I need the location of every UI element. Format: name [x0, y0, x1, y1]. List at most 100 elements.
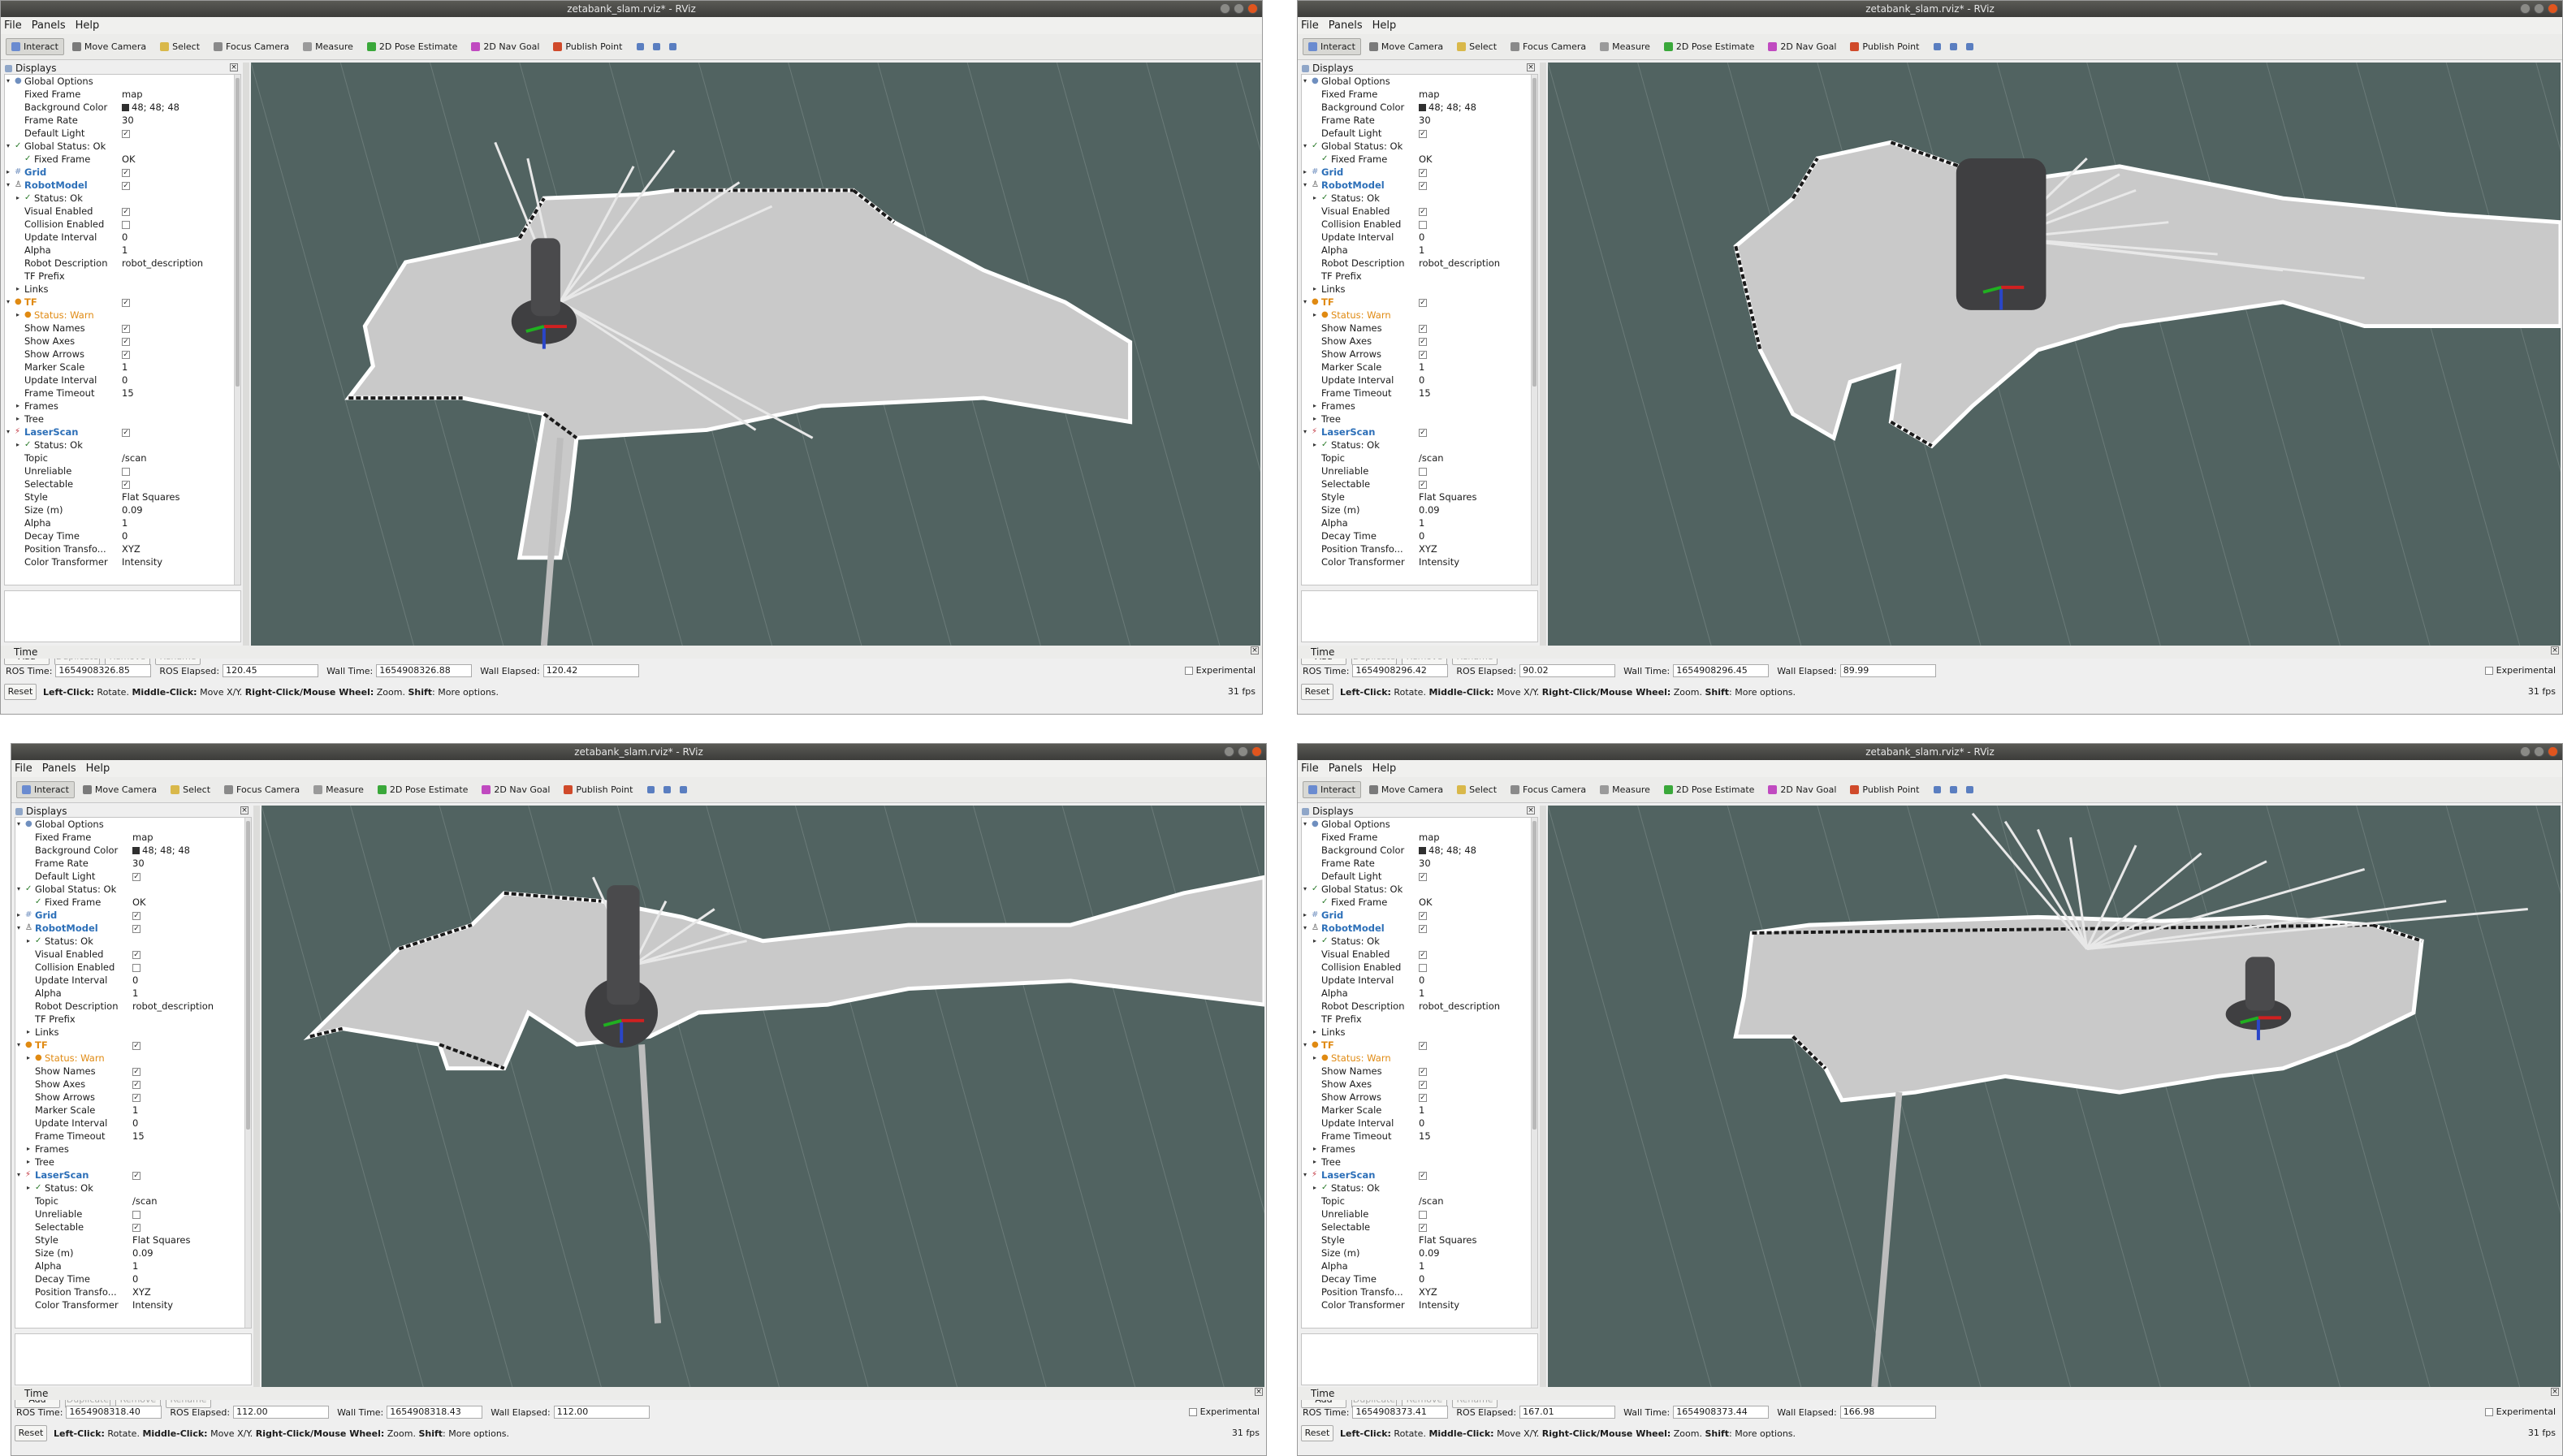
tree-row[interactable]: ▸ ✓ Status: Ok: [1302, 439, 1537, 451]
tree-row[interactable]: Default Light ✓: [15, 870, 251, 883]
tree-row[interactable]: ▸ Tree: [1302, 413, 1537, 426]
tree-row[interactable]: Frame Rate 30: [1302, 114, 1537, 127]
experimental-checkbox[interactable]: [1184, 666, 1193, 675]
plus-icon[interactable]: [637, 43, 645, 50]
tree-row[interactable]: Topic/scan: [1302, 1195, 1537, 1208]
tree-row[interactable]: Size (m) 0.09: [1302, 503, 1537, 516]
menu-panels[interactable]: Panels: [32, 19, 66, 32]
expand-open-icon[interactable]: ▾: [1303, 75, 1307, 88]
plus-icon[interactable]: [647, 786, 655, 793]
experimental-option[interactable]: Experimental: [2484, 1406, 2556, 1417]
experimental-checkbox[interactable]: [2484, 1407, 2493, 1416]
expand-closed-icon[interactable]: ▸: [1313, 400, 1316, 413]
scrollbar-thumb[interactable]: [246, 821, 250, 1130]
expand-closed-icon[interactable]: ▸: [16, 192, 19, 205]
tree-row[interactable]: TF Prefix: [5, 270, 240, 283]
tree-row[interactable]: ▾ ● Global Options: [1302, 818, 1537, 831]
panel-close-icon[interactable]: ×: [230, 63, 238, 71]
expand-closed-icon[interactable]: ▸: [16, 439, 19, 451]
menu-file[interactable]: File: [1301, 19, 1319, 32]
tree-row[interactable]: ▸ ✓ Status: Ok: [1302, 192, 1537, 205]
checkbox[interactable]: ✓: [1419, 181, 1427, 190]
tree-row[interactable]: Unreliable: [5, 464, 240, 477]
tool-interact-button[interactable]: Interact: [16, 781, 75, 798]
tree-row[interactable]: ✓ Fixed Frame OK: [1302, 896, 1537, 909]
tree-row[interactable]: Frame Rate 30: [1302, 857, 1537, 870]
menu-panels[interactable]: Panels: [1329, 19, 1363, 32]
tree-row[interactable]: Decay Time 0: [5, 529, 240, 542]
tree-row[interactable]: ▸ ✓ Status: Ok: [15, 935, 251, 948]
tree-row[interactable]: Show Names ✓: [1302, 322, 1537, 335]
minus-icon[interactable]: [1950, 786, 1958, 793]
tree-row[interactable]: Show Arrows ✓: [1302, 348, 1537, 361]
checkbox[interactable]: [1419, 1210, 1427, 1219]
tree-row[interactable]: Marker Scale 1: [5, 361, 240, 374]
expand-closed-icon[interactable]: ▸: [1313, 1182, 1316, 1195]
checkbox[interactable]: ✓: [132, 1093, 140, 1102]
tree-row[interactable]: Update Interval 0: [5, 231, 240, 244]
expand-open-icon[interactable]: ▾: [1303, 179, 1307, 192]
tool-2d-nav-goal-button[interactable]: 2D Nav Goal: [1762, 38, 1842, 55]
tree-row[interactable]: Show Names ✓: [1302, 1065, 1537, 1078]
tool-select-button[interactable]: Select: [154, 38, 205, 55]
tree-row[interactable]: Show Axes ✓: [15, 1078, 251, 1091]
expand-open-icon[interactable]: ▾: [17, 922, 20, 935]
tree-row[interactable]: Marker Scale 1: [1302, 1104, 1537, 1117]
tool-focus-camera-button[interactable]: Focus Camera: [1505, 781, 1592, 798]
expand-open-icon[interactable]: ▾: [6, 75, 10, 88]
wall-elapsed-field[interactable]: 112.00: [553, 1406, 650, 1419]
panel-close-icon[interactable]: ×: [1527, 806, 1535, 814]
minus-icon[interactable]: [1950, 43, 1958, 50]
ros-time-field[interactable]: 1654908373.41: [1352, 1406, 1449, 1419]
checkbox[interactable]: ✓: [1419, 324, 1427, 333]
wall-time-field[interactable]: 1654908326.88: [376, 664, 473, 677]
checkbox[interactable]: ✓: [122, 480, 130, 489]
tree-row[interactable]: Frame Timeout 15: [1302, 387, 1537, 400]
panel-close-icon[interactable]: ×: [240, 806, 249, 814]
tool-publish-point-button[interactable]: Publish Point: [1844, 38, 1925, 55]
tree-row[interactable]: Frame Rate 30: [5, 114, 240, 127]
tree-row[interactable]: Robot Description robot_description: [1302, 1000, 1537, 1013]
tree-row[interactable]: ▾ ● Global Options: [1302, 75, 1537, 88]
tree-row[interactable]: Size (m) 0.09: [5, 503, 240, 516]
tree-row[interactable]: Position Transfo... XYZ: [5, 542, 240, 555]
checkbox[interactable]: ✓: [122, 337, 130, 346]
expand-open-icon[interactable]: ▾: [17, 883, 20, 896]
checkbox[interactable]: ✓: [1419, 298, 1427, 307]
menu-file[interactable]: File: [1301, 763, 1319, 775]
menu-file[interactable]: File: [4, 19, 22, 32]
tree-row[interactable]: ▾ ⚡ LaserScan ✓: [1302, 426, 1537, 439]
tree-row[interactable]: Unreliable: [1302, 1208, 1537, 1221]
color-swatch[interactable]: [132, 847, 140, 854]
tree-row[interactable]: Topic/scan: [5, 451, 240, 464]
expand-open-icon[interactable]: ▾: [1303, 883, 1307, 896]
ros-time-field[interactable]: 1654908318.40: [66, 1406, 162, 1419]
tree-row[interactable]: Show Arrows ✓: [5, 348, 240, 361]
tool-publish-point-button[interactable]: Publish Point: [1844, 781, 1925, 798]
tree-scrollbar[interactable]: [234, 75, 240, 585]
panel-splitter[interactable]: [243, 63, 249, 646]
expand-open-icon[interactable]: ▾: [17, 1169, 20, 1182]
time-close-icon[interactable]: ×: [2551, 646, 2559, 655]
tree-row[interactable]: ▾ ● TF ✓: [5, 296, 240, 309]
experimental-option[interactable]: Experimental: [2484, 665, 2556, 676]
checkbox[interactable]: ✓: [1419, 1041, 1427, 1050]
expand-closed-icon[interactable]: ▸: [1313, 1026, 1316, 1039]
expand-open-icon[interactable]: ▾: [1303, 426, 1307, 439]
tool-focus-camera-button[interactable]: Focus Camera: [1505, 38, 1592, 55]
tree-row[interactable]: Position Transfo... XYZ: [1302, 1285, 1537, 1298]
checkbox[interactable]: ✓: [1419, 207, 1427, 216]
tree-row[interactable]: ▸ Frames: [15, 1143, 251, 1156]
tree-row[interactable]: ▸ ✓ Status: Ok: [5, 439, 240, 451]
checkbox[interactable]: ✓: [1419, 1080, 1427, 1089]
ros-elapsed-field[interactable]: 90.02: [1519, 664, 1616, 677]
tree-row[interactable]: Color Transformer Intensity: [1302, 1298, 1537, 1311]
tree-row[interactable]: Update Interval 0: [1302, 231, 1537, 244]
tree-row[interactable]: Size (m) 0.09: [15, 1246, 251, 1259]
expand-open-icon[interactable]: ▾: [1303, 1039, 1307, 1052]
tree-row[interactable]: ✓ Fixed Frame OK: [5, 153, 240, 166]
close-button[interactable]: [2548, 746, 2558, 757]
tree-row[interactable]: Unreliable: [15, 1208, 251, 1221]
tree-row[interactable]: Style Flat Squares: [15, 1233, 251, 1246]
camera-icon[interactable]: [669, 43, 677, 50]
